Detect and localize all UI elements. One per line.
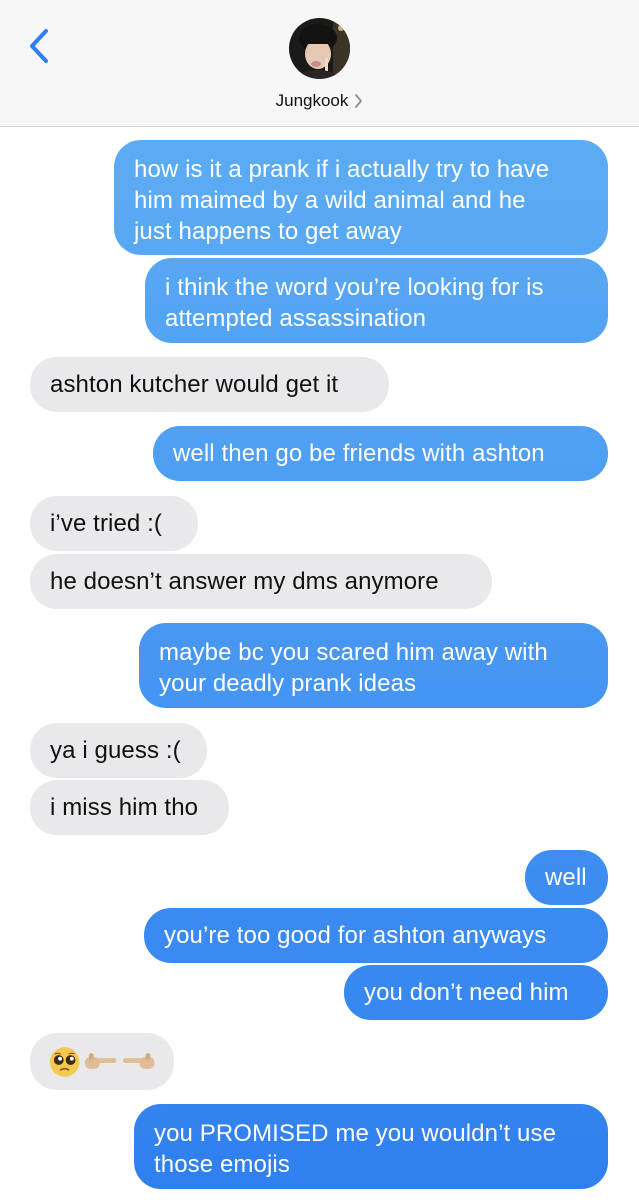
message-bubble-sent[interactable]: i think the word you’re looking for is a… — [145, 258, 608, 343]
pointing-right-icon — [85, 1052, 117, 1069]
message-bubble-sent[interactable]: well — [525, 850, 608, 905]
message-bubble-received[interactable]: ya i guess :( — [30, 723, 207, 778]
message-bubble-received[interactable]: i miss him tho — [30, 780, 229, 835]
message-bubble-received[interactable]: i’ve tried :( — [30, 496, 198, 551]
pointing-left-icon — [122, 1052, 155, 1069]
contact-name: Jungkook — [275, 91, 349, 110]
message-bubble-received[interactable] — [30, 1033, 174, 1090]
message-bubble-sent[interactable]: you PROMISED me you wouldn’t use those e… — [134, 1104, 608, 1189]
message-bubble-received[interactable]: he doesn’t answer my dms anymore — [30, 554, 492, 609]
pleading-face-icon — [49, 1046, 80, 1077]
message-bubble-sent[interactable]: you’re too good for ashton anyways — [144, 908, 608, 963]
contact-name-button[interactable]: Jungkook — [0, 89, 639, 113]
message-bubble-received[interactable]: ashton kutcher would get it — [30, 357, 389, 412]
message-bubble-sent[interactable]: you don’t need him — [344, 965, 608, 1020]
message-bubble-sent[interactable]: well then go be friends with ashton — [153, 426, 608, 481]
conversation-header: Jungkook — [0, 0, 639, 127]
avatar[interactable] — [289, 18, 350, 79]
message-bubble-sent[interactable]: maybe bc you scared him away with your d… — [139, 623, 608, 708]
chevron-left-icon — [30, 29, 48, 63]
message-thread[interactable]: how is it a prank if i actually try to h… — [0, 127, 639, 1200]
message-bubble-sent[interactable]: how is it a prank if i actually try to h… — [114, 140, 608, 255]
chevron-right-icon — [355, 94, 363, 108]
back-button[interactable] — [22, 26, 56, 66]
